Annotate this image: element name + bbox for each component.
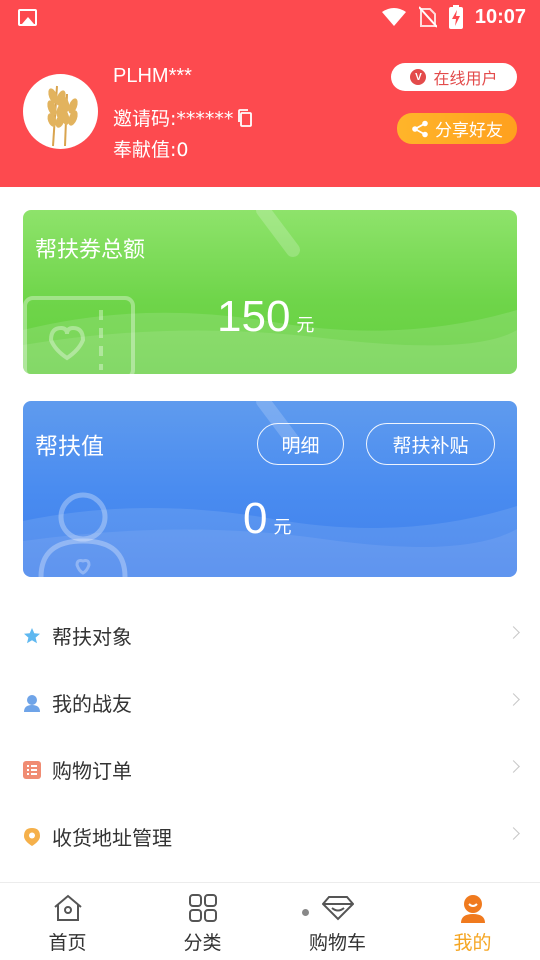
grid-icon xyxy=(187,892,219,924)
online-users-button[interactable]: V 在线用户 xyxy=(391,63,517,91)
battery-charging-icon xyxy=(448,5,463,29)
list-icon xyxy=(23,760,41,779)
tab-category[interactable]: 分类 xyxy=(135,883,270,960)
chevron-right-icon xyxy=(507,760,520,773)
chevron-right-icon xyxy=(507,693,520,706)
copy-icon[interactable] xyxy=(237,108,253,127)
coupon-total-card[interactable]: 帮扶券总额 150 元 xyxy=(23,210,517,374)
menu-list: 帮扶对象 我的战友 购物订单 收货地址管理 xyxy=(0,602,540,870)
support-value-card[interactable]: 帮扶值 明细 帮扶补贴 0 元 xyxy=(23,401,517,577)
profile-header: 10:07 PLHM*** 邀请码:****** 奉献值:0 V 在线用户 分享… xyxy=(0,0,540,187)
support-value-amount: 0 元 xyxy=(243,494,291,544)
wheat-icon xyxy=(47,85,78,147)
status-bar: 10:07 xyxy=(0,0,540,36)
detail-button[interactable]: 明细 xyxy=(257,423,344,465)
chevron-right-icon xyxy=(507,626,520,639)
menu-item-shopping-orders[interactable]: 购物订单 xyxy=(0,736,540,803)
tab-mine[interactable]: 我的 xyxy=(405,883,540,960)
person-icon xyxy=(23,694,41,712)
location-icon xyxy=(23,827,41,846)
star-icon xyxy=(23,627,41,645)
online-users-label: 在线用户 xyxy=(433,69,498,88)
contribution-value: 奉献值:0 xyxy=(113,139,189,161)
bottom-tab-bar: 首页 分类 购物车 我的 xyxy=(0,882,540,960)
menu-item-my-comrades[interactable]: 我的战友 xyxy=(0,669,540,736)
diamond-icon xyxy=(321,892,354,924)
status-time: 10:07 xyxy=(474,5,526,28)
tab-label: 购物车 xyxy=(308,932,366,954)
menu-item-address-management[interactable]: 收货地址管理 xyxy=(0,803,540,870)
share-friends-button[interactable]: 分享好友 xyxy=(397,113,517,144)
coupon-total-title: 帮扶券总额 xyxy=(35,238,146,263)
image-notification-icon xyxy=(18,9,37,26)
chevron-right-icon xyxy=(507,827,520,840)
support-subsidy-button[interactable]: 帮扶补贴 xyxy=(366,423,495,465)
coupon-total-unit: 元 xyxy=(296,315,315,336)
tab-label: 我的 xyxy=(453,932,492,954)
menu-item-label: 收货地址管理 xyxy=(52,826,172,850)
invite-code-label: 邀请码:****** xyxy=(113,108,234,130)
support-value-title: 帮扶值 xyxy=(35,434,104,460)
support-value-number: 0 xyxy=(243,494,268,543)
home-icon xyxy=(52,892,84,924)
menu-item-label: 我的战友 xyxy=(52,692,132,716)
support-value-unit: 元 xyxy=(273,517,292,538)
v-badge-icon: V xyxy=(410,69,427,85)
invite-code: 邀请码:****** xyxy=(113,104,253,131)
tab-cart[interactable]: 购物车 xyxy=(270,883,405,960)
share-friends-label: 分享好友 xyxy=(435,121,503,141)
tab-label: 分类 xyxy=(183,932,222,954)
profile-page: 10:07 PLHM*** 邀请码:****** 奉献值:0 V 在线用户 分享… xyxy=(0,0,540,960)
tab-label: 首页 xyxy=(48,932,87,954)
menu-item-label: 帮扶对象 xyxy=(52,625,132,649)
share-icon xyxy=(412,120,428,137)
avatar[interactable] xyxy=(23,74,98,149)
profile-icon xyxy=(457,892,489,924)
no-sim-icon xyxy=(418,6,437,28)
notification-dot xyxy=(302,909,309,916)
wifi-icon xyxy=(381,8,406,26)
menu-item-label: 购物订单 xyxy=(52,759,132,783)
menu-item-support-targets[interactable]: 帮扶对象 xyxy=(0,602,540,669)
coupon-total-amount: 150 元 xyxy=(217,292,314,342)
tab-home[interactable]: 首页 xyxy=(0,883,135,960)
username: PLHM*** xyxy=(113,65,192,87)
coupon-total-value: 150 xyxy=(217,292,291,341)
